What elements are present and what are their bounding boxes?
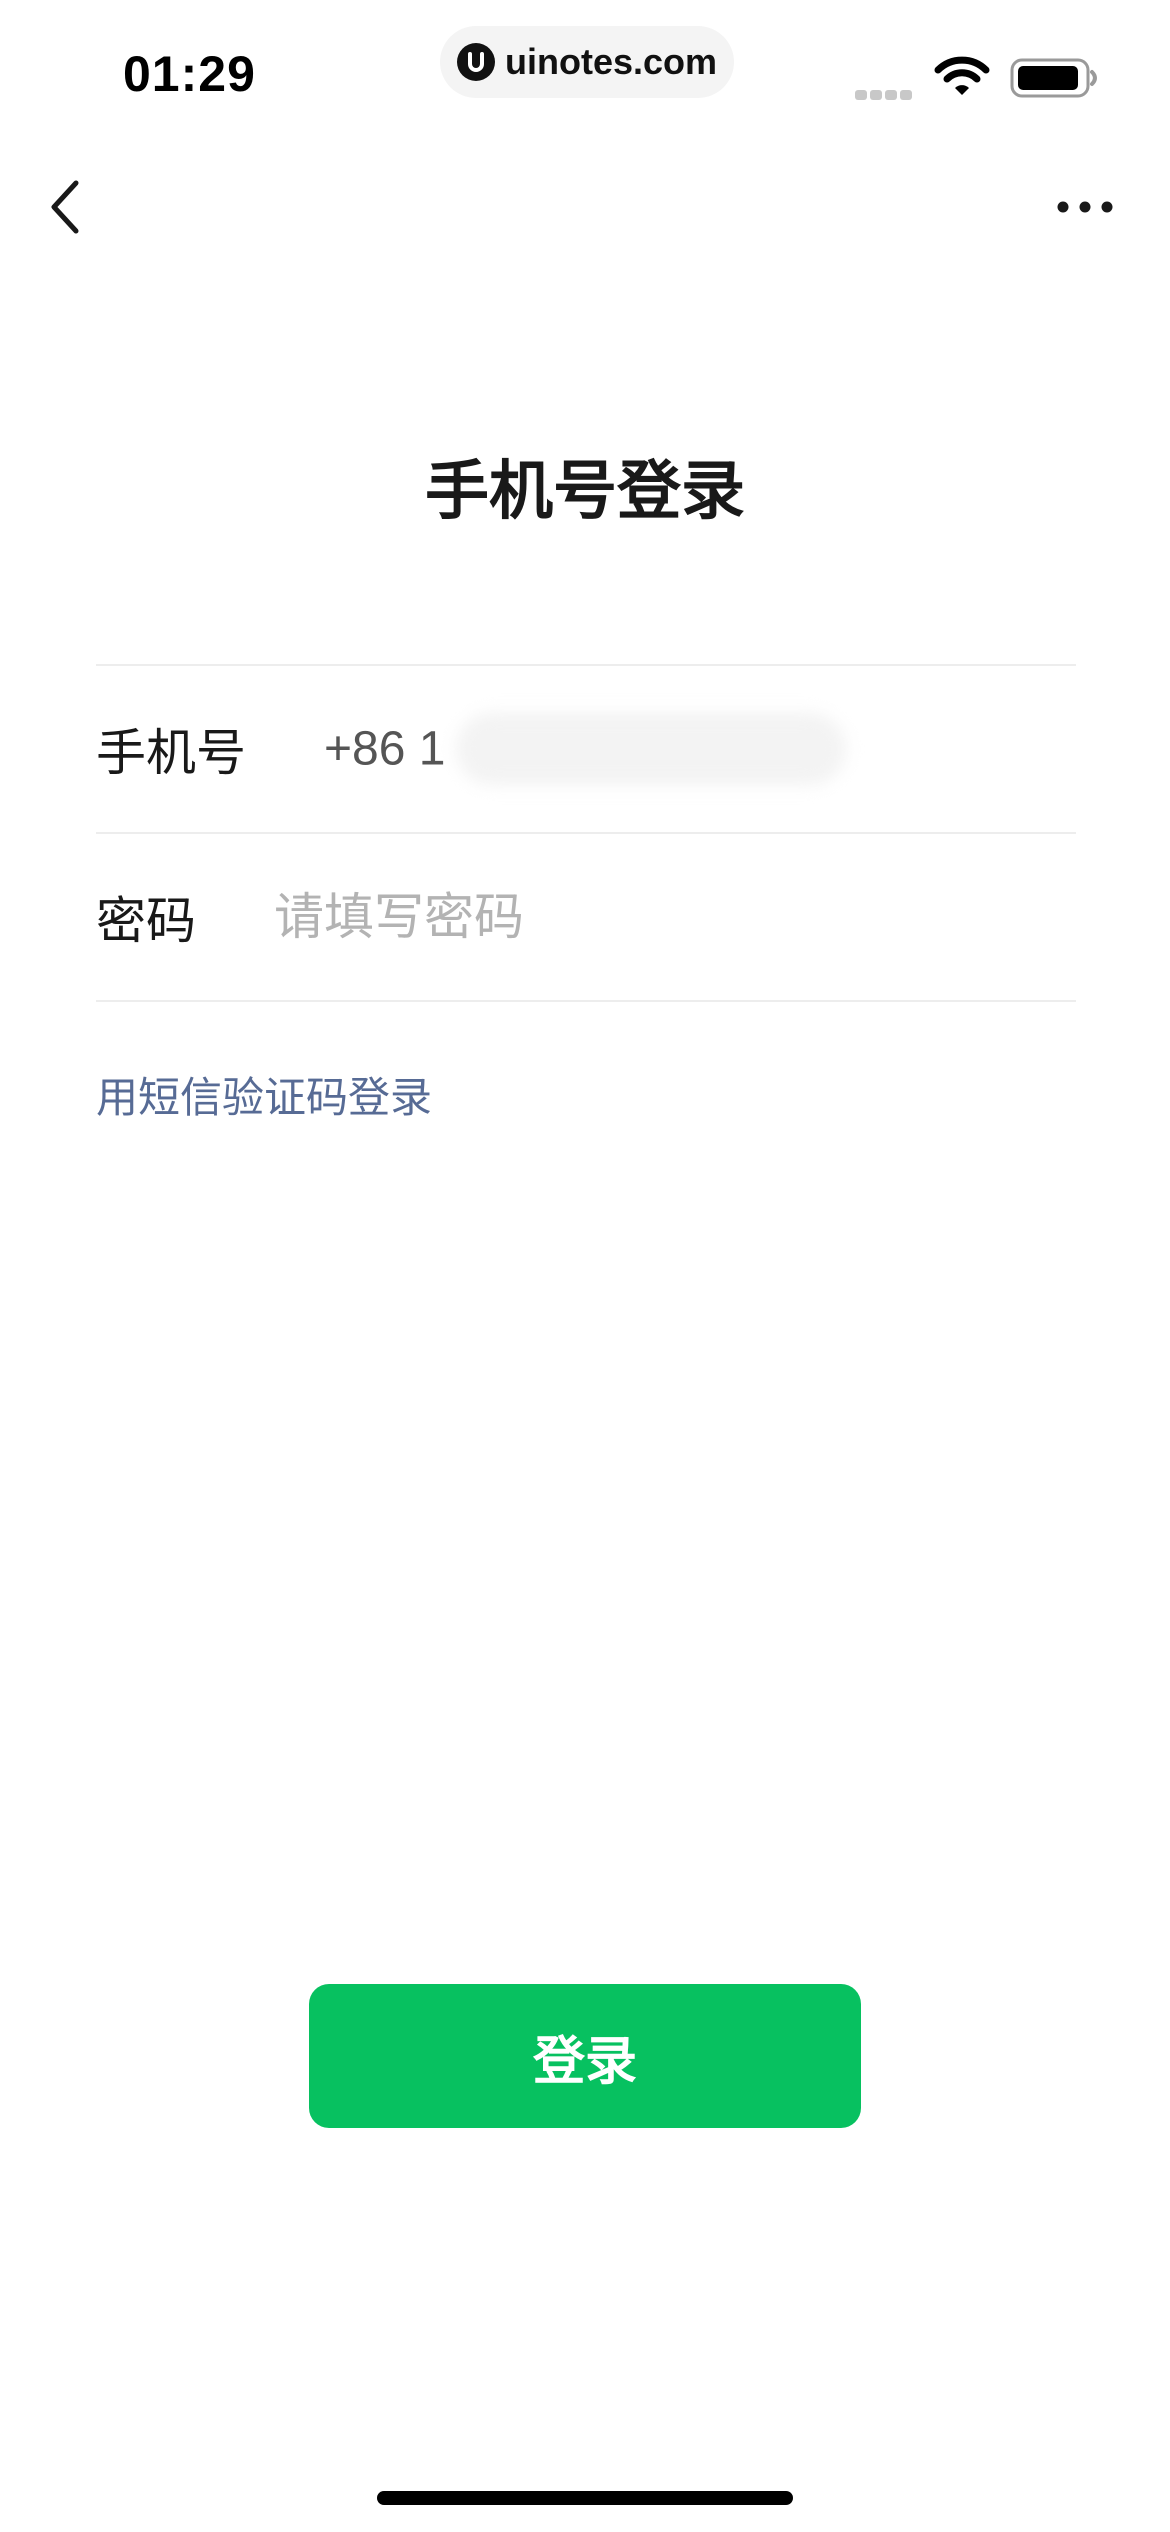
site-logo-icon bbox=[456, 43, 495, 81]
password-row[interactable]: 密码 bbox=[96, 834, 1076, 1000]
status-time: 01:29 bbox=[123, 46, 256, 102]
divider-bottom bbox=[96, 1000, 1076, 1002]
wifi-icon bbox=[934, 56, 990, 95]
phone-number-redacted bbox=[456, 713, 846, 785]
url-text: uinotes.com bbox=[504, 41, 718, 82]
more-dots-icon[interactable] bbox=[1055, 192, 1115, 222]
cellular-signal-icon bbox=[855, 85, 915, 104]
status-bar: 01:29 uinotes.com bbox=[0, 0, 1170, 130]
phone-row[interactable]: 手机号 +86 1 bbox=[96, 666, 1076, 832]
chevron-left-icon[interactable] bbox=[44, 175, 88, 239]
url-pill[interactable]: uinotes.com bbox=[440, 26, 734, 98]
page-title: 手机号登录 bbox=[425, 455, 745, 529]
login-button[interactable]: 登录 bbox=[309, 1984, 861, 2128]
phone-label: 手机号 bbox=[96, 724, 246, 782]
battery-icon bbox=[1010, 58, 1097, 98]
home-indicator[interactable] bbox=[377, 2491, 793, 2505]
password-input[interactable] bbox=[274, 877, 1034, 957]
password-label: 密码 bbox=[96, 892, 196, 950]
sms-login-link[interactable]: 用短信验证码登录 bbox=[96, 1064, 432, 1125]
phone-value[interactable]: +86 1 bbox=[324, 722, 445, 777]
nav-bar bbox=[0, 150, 1170, 260]
